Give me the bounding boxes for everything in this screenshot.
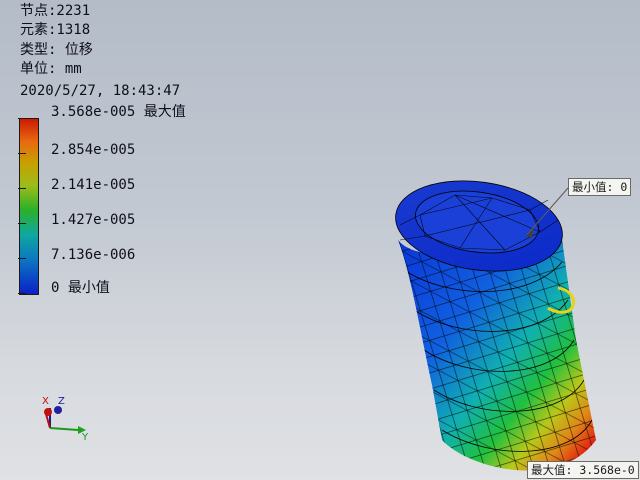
z-axis-head: [54, 406, 62, 414]
y-axis-label: Y: [81, 432, 89, 442]
min-value-callout[interactable]: 最小值: 0: [568, 178, 632, 196]
y-axis-line: [49, 427, 79, 431]
fea-model-viewport[interactable]: [0, 0, 640, 480]
x-axis-label: X: [42, 396, 49, 407]
max-value-callout[interactable]: 最大值: 3.568e-0: [527, 461, 639, 479]
x-axis-head: [44, 408, 52, 416]
axis-triad[interactable]: X Z Y: [36, 392, 96, 442]
z-axis-label: Z: [58, 396, 65, 407]
